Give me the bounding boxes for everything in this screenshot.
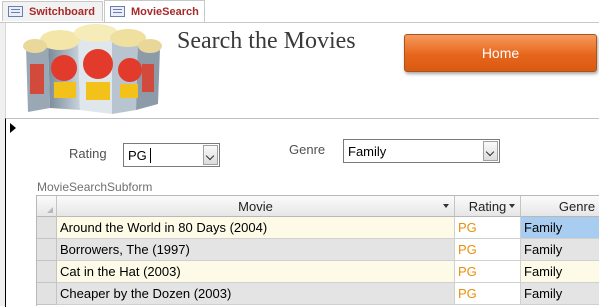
text-cursor [150, 148, 151, 163]
genre-label: Genre [289, 142, 326, 157]
tab-switchboard-label: Switchboard [29, 5, 96, 18]
genre-cell[interactable]: Family [521, 283, 599, 305]
subform-label: MovieSearchSubform [37, 180, 153, 194]
row-selector[interactable] [37, 217, 57, 239]
genre-combo[interactable]: Family [343, 139, 500, 163]
table-row[interactable]: Cheaper by the Dozen (2003) PG Family [37, 283, 599, 305]
genre-cell[interactable]: Family [521, 239, 599, 261]
sort-dropdown-icon[interactable] [509, 204, 515, 208]
movie-cell[interactable]: Around the World in 80 Days (2004) [57, 217, 455, 239]
column-header-rating-label: Rating [468, 198, 507, 214]
popcorn-logo-image [20, 24, 165, 116]
genre-cell[interactable]: Family [521, 261, 599, 283]
column-header-movie-label: Movie [238, 198, 273, 214]
column-header-movie[interactable]: Movie [57, 196, 455, 217]
column-header-genre-label: Genre [558, 198, 596, 214]
movie-cell[interactable]: Cat in the Hat (2003) [57, 261, 455, 283]
page-title: Search the Movies [177, 28, 356, 54]
sort-dropdown-icon[interactable] [443, 204, 449, 208]
rating-cell[interactable]: PG [455, 261, 521, 283]
rating-label: Rating [69, 146, 107, 161]
tab-moviesearch-label: MovieSearch [131, 5, 199, 18]
document-tab-bar: Switchboard MovieSearch [0, 0, 599, 23]
row-selector[interactable] [37, 239, 57, 261]
chevron-down-icon[interactable] [483, 141, 498, 161]
record-selector[interactable] [5, 118, 21, 307]
home-button[interactable]: Home [404, 34, 597, 72]
table-row[interactable]: Cat in the Hat (2003) PG Family [37, 261, 599, 283]
rating-cell[interactable]: PG [455, 239, 521, 261]
rating-cell[interactable]: PG [455, 283, 521, 305]
column-header-rating[interactable]: Rating [455, 196, 521, 217]
genre-combo-value: Family [348, 144, 387, 159]
table-row[interactable]: Around the World in 80 Days (2004) PG Fa… [37, 217, 599, 239]
row-selector[interactable] [37, 283, 57, 305]
tab-switchboard[interactable]: Switchboard [2, 1, 103, 21]
tab-moviesearch[interactable]: MovieSearch [104, 0, 205, 22]
row-selector[interactable] [37, 261, 57, 283]
movie-cell[interactable]: Borrowers, The (1997) [57, 239, 455, 261]
genre-cell[interactable]: Family [521, 217, 599, 239]
section-divider [5, 118, 599, 119]
chevron-down-icon[interactable] [203, 145, 218, 165]
form-icon [8, 6, 23, 17]
movie-cell[interactable]: Cheaper by the Dozen (2003) [57, 283, 455, 305]
select-all-corner[interactable] [37, 196, 57, 217]
rating-cell[interactable]: PG [455, 217, 521, 239]
movie-search-subform-datasheet: Movie Rating Genre Around the World in 8… [36, 195, 599, 306]
column-header-genre[interactable]: Genre [521, 196, 599, 217]
rating-combo-value: PG [128, 148, 147, 163]
table-row[interactable]: Borrowers, The (1997) PG Family [37, 239, 599, 261]
current-record-arrow-icon [10, 123, 16, 133]
form-icon [110, 6, 125, 17]
rating-combo[interactable]: PG [123, 143, 220, 167]
